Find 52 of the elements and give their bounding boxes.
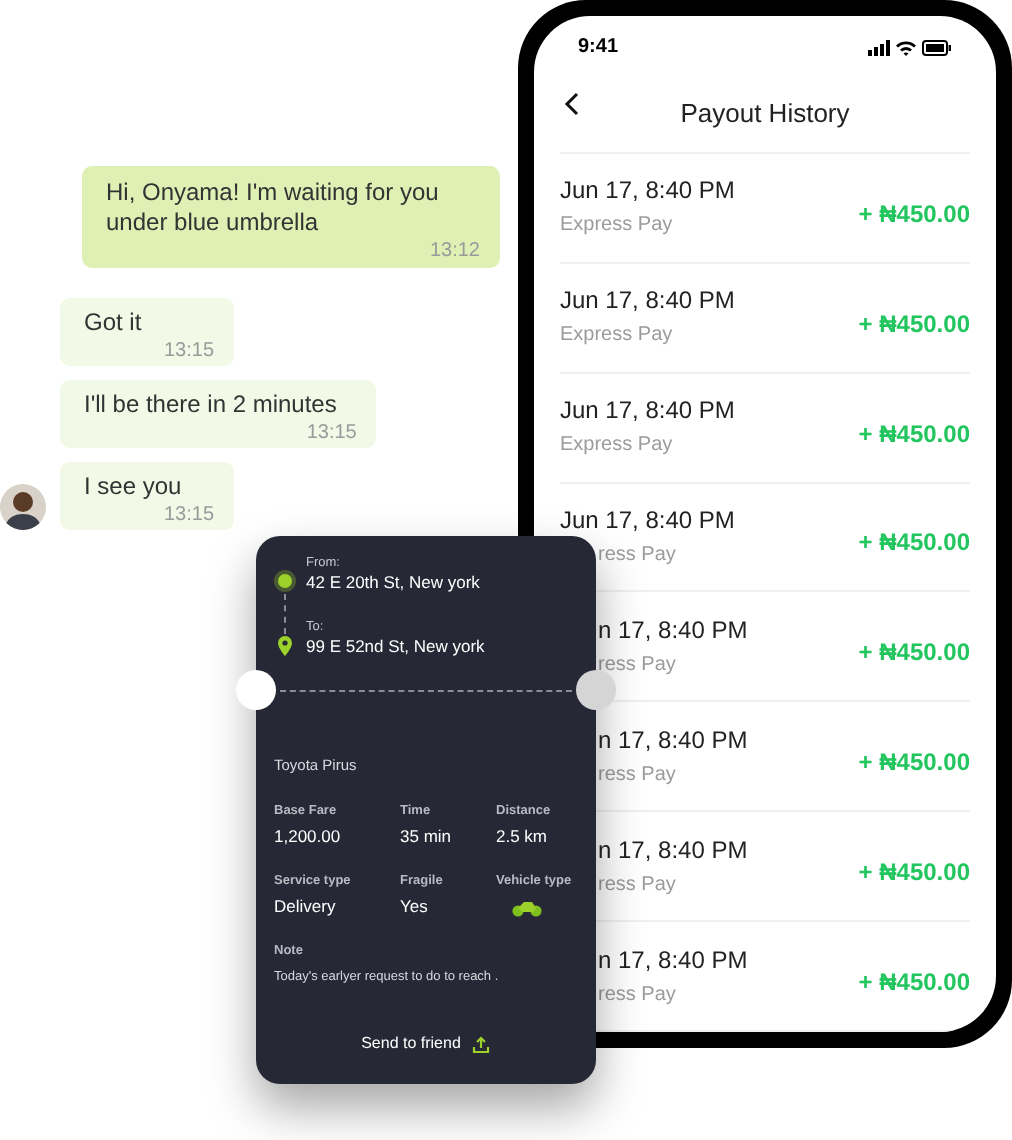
message-text: I'll be there in 2 minutes [84, 390, 339, 420]
detail-value: 35 min [400, 826, 454, 848]
payout-amount: + ₦450.00 [858, 307, 970, 342]
payout-method: ress Pay [598, 763, 676, 788]
payout-amount: + ₦450.00 [858, 856, 970, 891]
payout-date: n 17, 8:40 PM [598, 615, 748, 644]
payout-date: Jun 17, 8:40 PM [560, 396, 735, 425]
payout-amount: + ₦450.00 [858, 197, 970, 232]
ticket-notch [576, 670, 616, 710]
payout-method: Express Pay [560, 434, 673, 459]
to-address: 99 E 52nd St, New york [306, 636, 487, 658]
message-time: 13:12 [429, 238, 480, 264]
message-text: I see you [84, 472, 184, 502]
payout-date: Jun 17, 8:40 PM [560, 505, 735, 534]
detail-value: Yes [400, 896, 430, 918]
payout-method: ress Pay [598, 543, 676, 568]
detail-value: Delivery [274, 896, 338, 918]
location-pin-icon [278, 636, 292, 656]
battery-icon [922, 39, 952, 56]
payout-amount: + ₦450.00 [858, 966, 970, 1001]
payout-date: Jun 17, 8:40 PM [560, 286, 735, 315]
payout-method: ress Pay [598, 653, 676, 678]
message-time: 13:15 [306, 420, 357, 446]
signal-icon [868, 39, 890, 56]
screen-title: Payout History [680, 96, 850, 133]
message-text: Got it [84, 308, 144, 338]
avatar [0, 484, 46, 530]
payout-amount: + ₦450.00 [858, 526, 970, 561]
payout-method: Express Pay [560, 214, 673, 239]
payout-method: ress Pay [598, 983, 676, 1008]
payout-amount: + ₦450.00 [858, 746, 970, 781]
payout-date: n 17, 8:40 PM [598, 835, 748, 864]
send-to-friend-button[interactable]: Send to friend [361, 1032, 491, 1056]
detail-value: 1,200.00 [274, 826, 343, 848]
wifi-icon [896, 39, 916, 56]
payout-date: n 17, 8:40 PM [598, 945, 748, 974]
status-time: 9:41 [578, 34, 619, 63]
payout-amount: + ₦450.00 [858, 417, 970, 452]
upload-icon [472, 1035, 491, 1053]
back-icon[interactable] [564, 91, 580, 116]
message-time: 13:15 [164, 502, 215, 528]
payout-method: Express Pay [560, 324, 673, 349]
message-time: 13:15 [164, 338, 215, 364]
detail-value: 2.5 km [496, 826, 550, 848]
payout-date: n 17, 8:40 PM [598, 725, 748, 754]
payout-method: ress Pay [598, 873, 676, 898]
route-line [284, 594, 286, 634]
message-text: Hi, Onyama! I'm waiting for you under blue umbrella [106, 178, 441, 238]
payout-amount: + ₦450.00 [858, 636, 970, 671]
from-address: 42 E 20th St, New york [306, 572, 482, 594]
motorcycle-icon [512, 896, 542, 918]
payout-date: Jun 17, 8:40 PM [560, 176, 735, 205]
